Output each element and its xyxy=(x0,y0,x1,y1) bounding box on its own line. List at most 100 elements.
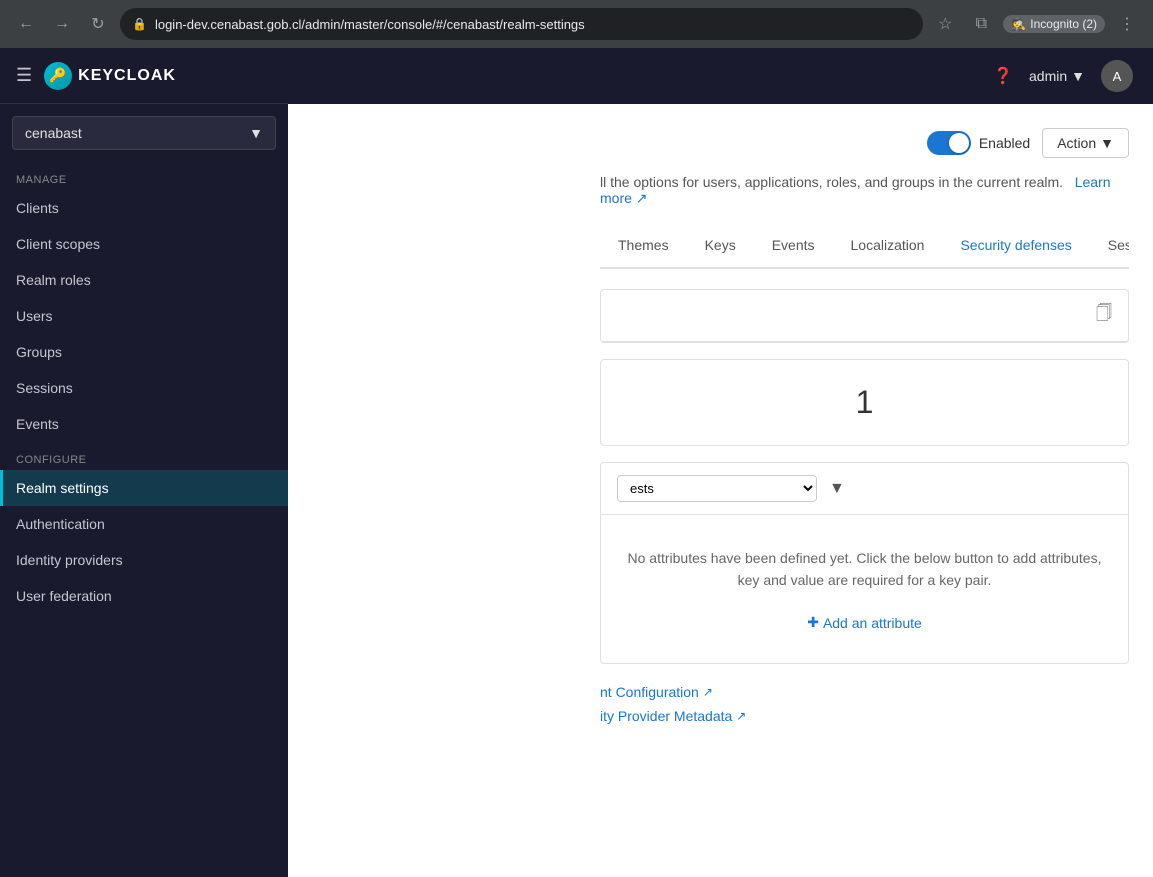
realm-selector[interactable]: cenabast ▼ xyxy=(12,116,276,150)
realm-name: cenabast xyxy=(25,125,82,141)
bottom-links: nt Configuration ↗ ity Provider Metadata… xyxy=(600,684,1129,724)
tab-sessions[interactable]: Sessions xyxy=(1090,227,1129,269)
sidebar-item-label: Authentication xyxy=(16,516,105,532)
action-dropdown-icon: ▼ xyxy=(1100,135,1114,151)
config-link[interactable]: nt Configuration ↗ xyxy=(600,684,1129,700)
action-label: Action xyxy=(1057,135,1096,151)
config-external-icon: ↗ xyxy=(703,685,713,699)
tab-events[interactable]: Events xyxy=(754,227,833,269)
sidebar-item-identity-providers[interactable]: Identity providers xyxy=(0,542,288,578)
tab-localization[interactable]: Localization xyxy=(833,227,943,269)
avatar[interactable]: A xyxy=(1101,60,1133,92)
attributes-section: ests ▼ No attributes have been defined y… xyxy=(600,462,1129,664)
realm-description: ll the options for users, applications, … xyxy=(600,174,1129,207)
sidebar-item-realm-settings[interactable]: Realm settings xyxy=(0,470,288,506)
bookmark-button[interactable]: ☆ xyxy=(931,10,959,38)
tab-security-defenses[interactable]: Security defenses xyxy=(942,227,1089,269)
tab-label: Events xyxy=(772,237,815,253)
header-bar: ❓ admin ▼ A xyxy=(288,48,1153,104)
tab-switch-button[interactable]: ⧉ xyxy=(967,10,995,38)
sidebar-item-label: Clients xyxy=(16,200,59,216)
realm-dropdown-icon: ▼ xyxy=(249,125,263,141)
logo-text: KEYCLOAK xyxy=(78,67,176,85)
incognito-icon: 🕵 xyxy=(1011,17,1026,31)
sidebar-item-client-scopes[interactable]: Client scopes xyxy=(0,226,288,262)
metadata-external-icon: ↗ xyxy=(736,709,746,723)
admin-label: admin xyxy=(1029,68,1067,84)
tab-keys[interactable]: Keys xyxy=(687,227,754,269)
sidebar-item-users[interactable]: Users xyxy=(0,298,288,334)
realm-settings-panel: Enabled Action ▼ ll the options for user… xyxy=(576,104,1153,877)
sidebar-item-label: Realm roles xyxy=(16,272,91,288)
sidebar-item-label: Events xyxy=(16,416,59,432)
more-options-button[interactable]: ⋮ xyxy=(1113,10,1141,38)
action-button[interactable]: Action ▼ xyxy=(1042,128,1129,158)
avatar-letter: A xyxy=(1113,69,1122,84)
copy-button[interactable]: 🗍 xyxy=(1096,302,1112,329)
incognito-badge: 🕵 Incognito (2) xyxy=(1003,15,1105,33)
lock-icon: 🔒 xyxy=(132,17,147,31)
attributes-empty-text: No attributes have been defined yet. Cli… xyxy=(625,547,1104,592)
enabled-label: Enabled xyxy=(979,135,1030,151)
logo-icon: 🔑 xyxy=(44,62,72,90)
sidebar-item-label: Sessions xyxy=(16,380,73,396)
help-icon[interactable]: ❓ xyxy=(993,66,1013,86)
sidebar: ☰ 🔑 KEYCLOAK cenabast ▼ Manage Clients C… xyxy=(0,48,288,877)
sidebar-item-groups[interactable]: Groups xyxy=(0,334,288,370)
sidebar-item-realm-roles[interactable]: Realm roles xyxy=(0,262,288,298)
reload-button[interactable]: ↻ xyxy=(84,10,112,38)
metadata-link[interactable]: ity Provider Metadata ↗ xyxy=(600,708,1129,724)
forward-button[interactable]: → xyxy=(48,10,76,38)
keycloak-logo: 🔑 KEYCLOAK xyxy=(44,62,176,90)
add-attribute-button[interactable]: ✚ Add an attribute xyxy=(807,614,922,631)
section-box-1: 🗍 xyxy=(600,289,1129,343)
configure-section-label: Configure xyxy=(0,442,288,470)
attributes-header: ests ▼ xyxy=(601,463,1128,515)
sidebar-item-user-federation[interactable]: User federation xyxy=(0,578,288,614)
config-link-label: nt Configuration xyxy=(600,684,699,700)
section-number-box: 1 xyxy=(600,359,1129,446)
sidebar-item-label: Client scopes xyxy=(16,236,100,252)
attributes-empty-message: No attributes have been defined yet. Cli… xyxy=(601,515,1128,663)
sidebar-item-label: Identity providers xyxy=(16,552,123,568)
incognito-label: Incognito (2) xyxy=(1030,17,1097,31)
add-attribute-plus-icon: ✚ xyxy=(807,614,819,631)
tab-label: Localization xyxy=(851,237,925,253)
admin-dropdown-icon: ▼ xyxy=(1071,68,1085,84)
app-container: ☰ 🔑 KEYCLOAK cenabast ▼ Manage Clients C… xyxy=(0,48,1153,877)
tab-themes[interactable]: Themes xyxy=(600,227,687,269)
sidebar-header: ☰ 🔑 KEYCLOAK xyxy=(0,48,288,104)
manage-section-label: Manage xyxy=(0,162,288,190)
url-text: login-dev.cenabast.gob.cl/admin/master/c… xyxy=(155,17,585,32)
sidebar-item-label: User federation xyxy=(16,588,112,604)
enabled-toggle[interactable]: Enabled xyxy=(927,131,1030,155)
sidebar-item-label: Users xyxy=(16,308,53,324)
sidebar-item-label: Groups xyxy=(16,344,62,360)
tab-label: Sessions xyxy=(1108,237,1129,253)
attributes-select[interactable]: ests xyxy=(617,475,817,502)
section-number: 1 xyxy=(601,360,1128,445)
toggle-knob xyxy=(949,133,969,153)
add-attribute-label: Add an attribute xyxy=(823,615,922,631)
toggle-switch[interactable] xyxy=(927,131,971,155)
admin-dropdown[interactable]: admin ▼ xyxy=(1029,68,1085,84)
tab-label: Keys xyxy=(705,237,736,253)
sidebar-item-label: Realm settings xyxy=(16,480,109,496)
panel-header-row: Enabled Action ▼ xyxy=(600,128,1129,158)
sidebar-item-events[interactable]: Events xyxy=(0,406,288,442)
tab-label: Themes xyxy=(618,237,669,253)
main-content: Enabled Action ▼ ll the options for user… xyxy=(576,104,1153,877)
tabs-bar: Themes Keys Events Localization Security… xyxy=(600,227,1129,269)
back-button[interactable]: ← xyxy=(12,10,40,38)
description-text: ll the options for users, applications, … xyxy=(600,174,1063,190)
sidebar-item-sessions[interactable]: Sessions xyxy=(0,370,288,406)
tab-label: Security defenses xyxy=(960,237,1071,253)
sidebar-item-authentication[interactable]: Authentication xyxy=(0,506,288,542)
external-link-icon: ↗ xyxy=(636,190,648,206)
attributes-dropdown-icon: ▼ xyxy=(829,480,845,498)
address-bar[interactable]: 🔒 login-dev.cenabast.gob.cl/admin/master… xyxy=(120,8,923,40)
browser-chrome: ← → ↻ 🔒 login-dev.cenabast.gob.cl/admin/… xyxy=(0,0,1153,48)
sidebar-item-clients[interactable]: Clients xyxy=(0,190,288,226)
hamburger-icon[interactable]: ☰ xyxy=(16,65,32,86)
metadata-link-label: ity Provider Metadata xyxy=(600,708,732,724)
